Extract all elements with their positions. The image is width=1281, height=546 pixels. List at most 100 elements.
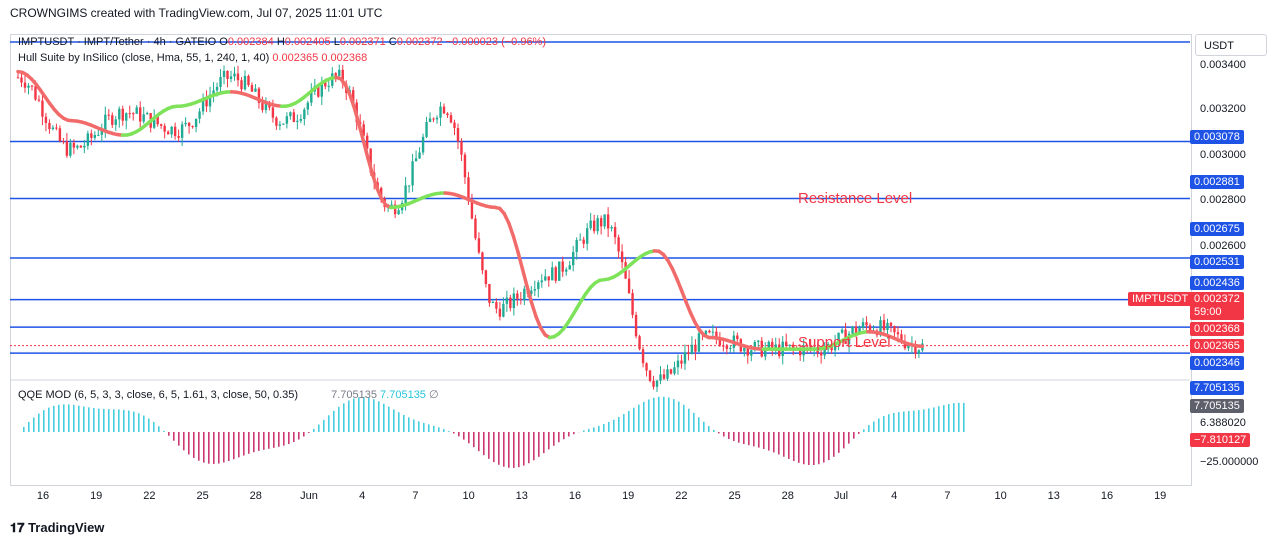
price-level-badge: 0.002881 (1190, 175, 1244, 189)
candle-body (55, 127, 58, 129)
candle-body (142, 114, 145, 122)
qqe-bar (743, 432, 745, 445)
candle-body (599, 218, 603, 227)
candle-body (456, 127, 460, 142)
qqe-bar (218, 432, 220, 464)
qqe-bar (698, 417, 700, 432)
candle-body (173, 126, 177, 137)
candle-body (278, 124, 282, 126)
qqe-bar (628, 410, 630, 432)
qqe-bar (948, 404, 950, 432)
qqe-bar (208, 432, 210, 464)
qqe-bar (58, 404, 60, 432)
qqe-bar (688, 408, 690, 432)
qqe-bar (558, 432, 560, 443)
change-value: −0.000023 (−0.96%) (445, 36, 547, 48)
time-tick-label: 16 (1100, 490, 1114, 502)
qqe-bar (403, 414, 405, 432)
price-chart[interactable] (0, 0, 1281, 546)
candle-body (107, 114, 110, 116)
qqe-bar (873, 421, 875, 432)
qqe-bar (543, 432, 545, 454)
candle-body (446, 113, 449, 116)
candle-body (397, 210, 400, 215)
candle-body (139, 107, 142, 122)
candle-body (606, 214, 610, 229)
candle-body (114, 119, 117, 125)
qqe-bar (103, 408, 105, 432)
qqe-bar (443, 429, 445, 432)
qqe-bar (618, 417, 620, 432)
currency-selector[interactable]: USDT (1195, 34, 1267, 56)
qqe-bar (348, 400, 350, 432)
candle-body (222, 70, 226, 78)
qqe-bar (863, 429, 865, 432)
time-tick-label: 16 (568, 490, 582, 502)
qqe-bar (938, 406, 940, 432)
candle-body (198, 111, 201, 119)
candle-body (104, 114, 107, 131)
qqe-bar (383, 403, 385, 432)
time-tick-label: 4 (359, 490, 366, 502)
qqe-bar (838, 432, 840, 453)
qqe-bar (398, 412, 400, 432)
support-annotation: Support Level (798, 334, 891, 351)
candle-body (896, 332, 900, 335)
candle-body (523, 288, 526, 300)
time-tick-label: 16 (36, 490, 50, 502)
candle-body (407, 185, 411, 187)
qqe-bar (368, 397, 370, 432)
qqe-bar (778, 432, 780, 455)
candle-body (659, 374, 662, 381)
candle-body (652, 380, 655, 387)
qqe-bar (708, 425, 710, 432)
candle-body (868, 325, 872, 331)
price-level-badge: 0.002346 (1190, 356, 1244, 370)
candle-body (463, 154, 467, 178)
candle-body (470, 201, 474, 219)
qqe-bar (503, 432, 505, 467)
candle-body (509, 297, 512, 309)
candle-body (568, 265, 571, 270)
candle-body (516, 293, 519, 299)
time-tick-label: 25 (728, 490, 741, 502)
qqe-bar (493, 432, 495, 463)
hull-segment (675, 277, 684, 293)
candle-body (261, 102, 264, 111)
hull-value-1: 0.002365 (272, 52, 319, 64)
qqe-bar (303, 432, 305, 437)
candle-body (893, 326, 896, 333)
candle-body (72, 142, 76, 148)
qqe-bar (48, 407, 50, 432)
qqe-bar (158, 426, 160, 432)
qqe-bar (193, 432, 195, 458)
price-level-badge: 0.002436 (1190, 276, 1244, 290)
qqe-bar (893, 412, 895, 432)
time-tick-label: 28 (781, 490, 794, 502)
candle-body (502, 303, 505, 317)
candle-body (16, 77, 20, 79)
candle-body (289, 112, 292, 117)
qqe-bar (818, 432, 820, 465)
candle-body (170, 126, 173, 135)
candle-body (620, 251, 624, 263)
qqe-bar (783, 432, 785, 457)
candle-body (788, 344, 791, 347)
candle-body (589, 220, 592, 229)
qqe-bar (933, 407, 935, 432)
qqe-bar (328, 415, 330, 432)
hull-segment (684, 300, 693, 315)
candle-body (840, 329, 844, 333)
qqe-bar (638, 404, 640, 432)
qqe-legend: QQE MOD (6, 5, 3, 3, close, 6, 5, 1.61, … (18, 388, 439, 401)
open-label: O (219, 36, 228, 48)
candle-body (338, 69, 341, 76)
candle-body (411, 161, 414, 186)
time-tick-label: 13 (515, 490, 528, 502)
candle-body (819, 352, 823, 356)
candle-body (865, 322, 868, 326)
candle-body (243, 76, 247, 90)
candle-body (194, 118, 198, 128)
qqe-bar (263, 432, 265, 450)
candle-body (596, 218, 599, 232)
